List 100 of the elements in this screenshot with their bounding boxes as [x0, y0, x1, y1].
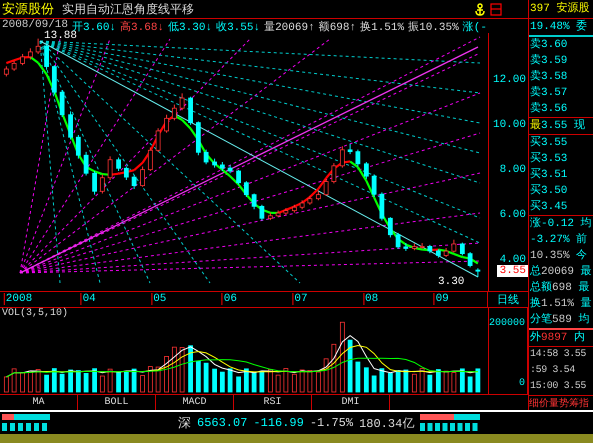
candlestick	[276, 210, 281, 218]
bid-quote: 买3.50	[529, 183, 568, 199]
candlestick	[68, 110, 73, 140]
indicator-name: 实用自动江恩角度线平移	[62, 0, 194, 18]
candlestick	[12, 60, 17, 72]
quote-value: 量20069↑	[264, 20, 315, 33]
breadth-bars-icon	[2, 414, 50, 432]
date-axis-label: 07	[292, 293, 308, 305]
volume-axis-label: 200000	[488, 318, 525, 329]
candlestick	[388, 216, 393, 238]
candlestick	[292, 204, 297, 214]
price-axis-label: 12.00	[492, 74, 526, 86]
candlestick	[348, 144, 353, 155]
candlestick	[268, 212, 273, 221]
index-percent: -1.75%	[310, 416, 354, 430]
candlestick	[44, 44, 49, 70]
ask-quote: 卖3.58	[529, 69, 568, 85]
candlestick	[212, 158, 217, 168]
candlestick	[283, 208, 288, 216]
current-price-tag: 3.55	[496, 265, 528, 278]
candlestick	[228, 164, 233, 174]
ask-quote: 卖3.57	[529, 85, 568, 101]
candlestick	[436, 248, 441, 258]
anchor-icon	[474, 2, 486, 16]
candlestick	[156, 128, 161, 152]
candlestick	[28, 48, 33, 60]
bid-quote: 买3.55	[529, 135, 568, 151]
candlestick	[355, 149, 360, 167]
candlestick	[140, 166, 145, 188]
candlestick	[379, 192, 384, 222]
candlestick	[316, 190, 321, 201]
price-axis-label: 10.00	[492, 118, 526, 131]
candlestick	[172, 104, 177, 121]
volume-legend: VOL(3,5,10)	[2, 308, 68, 319]
candlestick	[4, 66, 9, 77]
candlestick	[236, 169, 241, 186]
price-axis-label: 4.00	[500, 254, 526, 266]
order-ratio: 19.48% 委	[529, 19, 593, 37]
candlestick	[92, 170, 97, 196]
window-icon[interactable]	[490, 2, 502, 16]
year-label: 2008	[4, 293, 32, 305]
candlestick	[427, 244, 432, 254]
breadth-bars-icon	[420, 414, 480, 432]
candlestick	[164, 114, 169, 134]
date-axis-label: 08	[363, 293, 378, 305]
stock-name: 安源股份	[2, 1, 54, 18]
quote-stat: 总额698 最	[529, 280, 590, 296]
candlestick	[132, 175, 137, 190]
quote-value: 涨(-	[462, 20, 487, 33]
candlestick	[204, 149, 209, 165]
candlestick	[20, 53, 25, 66]
detail-tabs[interactable]: 细价量势筹指	[529, 396, 593, 411]
date-axis-label: 05	[151, 293, 166, 305]
candlestick	[60, 89, 65, 118]
quote-stat: 换1.51% 量	[529, 296, 593, 312]
quote-date: 2008/09/18	[2, 19, 68, 31]
candlestick	[307, 195, 312, 206]
tick-row-text: :59 3.54	[529, 364, 576, 378]
ask-quote: 卖3.56	[529, 101, 568, 117]
candlestick	[259, 204, 264, 222]
candlestick	[108, 156, 113, 180]
candlestick	[180, 92, 185, 111]
candlestick	[412, 243, 417, 251]
candlestick	[124, 166, 129, 180]
bid-quote: 买3.53	[529, 151, 568, 167]
candlestick	[244, 180, 249, 198]
candlestick	[100, 174, 105, 194]
bid-quote: 买3.51	[529, 167, 568, 183]
candlestick	[331, 162, 336, 184]
quote-value: 高3.68↓	[120, 20, 164, 33]
quote-stat: 总20069 最	[529, 264, 593, 280]
stock-code: 397 安源股	[529, 0, 593, 19]
candlestick	[52, 64, 57, 95]
bid-quote: 买3.45	[529, 199, 568, 215]
candlestick	[148, 146, 153, 172]
turnover-value: 180.34亿	[359, 416, 414, 432]
quote-stat: 10.35% 今	[529, 248, 588, 264]
date-axis-label: 09	[434, 293, 449, 305]
candlestick	[324, 178, 329, 196]
quote-stat: 涨-0.12 均	[529, 216, 593, 232]
quote-value: 振10.35%	[408, 20, 459, 33]
candlestick	[252, 193, 257, 210]
candlestick	[420, 242, 425, 250]
quote-stat: 外9897 内	[529, 328, 593, 346]
candlestick	[444, 248, 449, 258]
candlestick	[300, 200, 305, 210]
period-label: 日线	[487, 292, 528, 307]
candlestick	[36, 38, 41, 54]
quote-value: 换1.51%	[360, 20, 404, 33]
candlestick	[84, 151, 89, 176]
candlestick	[76, 134, 81, 160]
index-value: 6563.07	[197, 416, 248, 430]
quote-stat: -3.27% 前	[529, 232, 588, 248]
candlestick	[372, 174, 377, 198]
candlestick	[196, 120, 201, 156]
index-change: -116.99	[253, 416, 304, 430]
candlestick	[116, 157, 121, 172]
high-price-label: 13.88	[44, 30, 78, 42]
price-axis-label: 6.00	[500, 209, 526, 222]
quote-value: 低3.30↓	[168, 20, 212, 33]
